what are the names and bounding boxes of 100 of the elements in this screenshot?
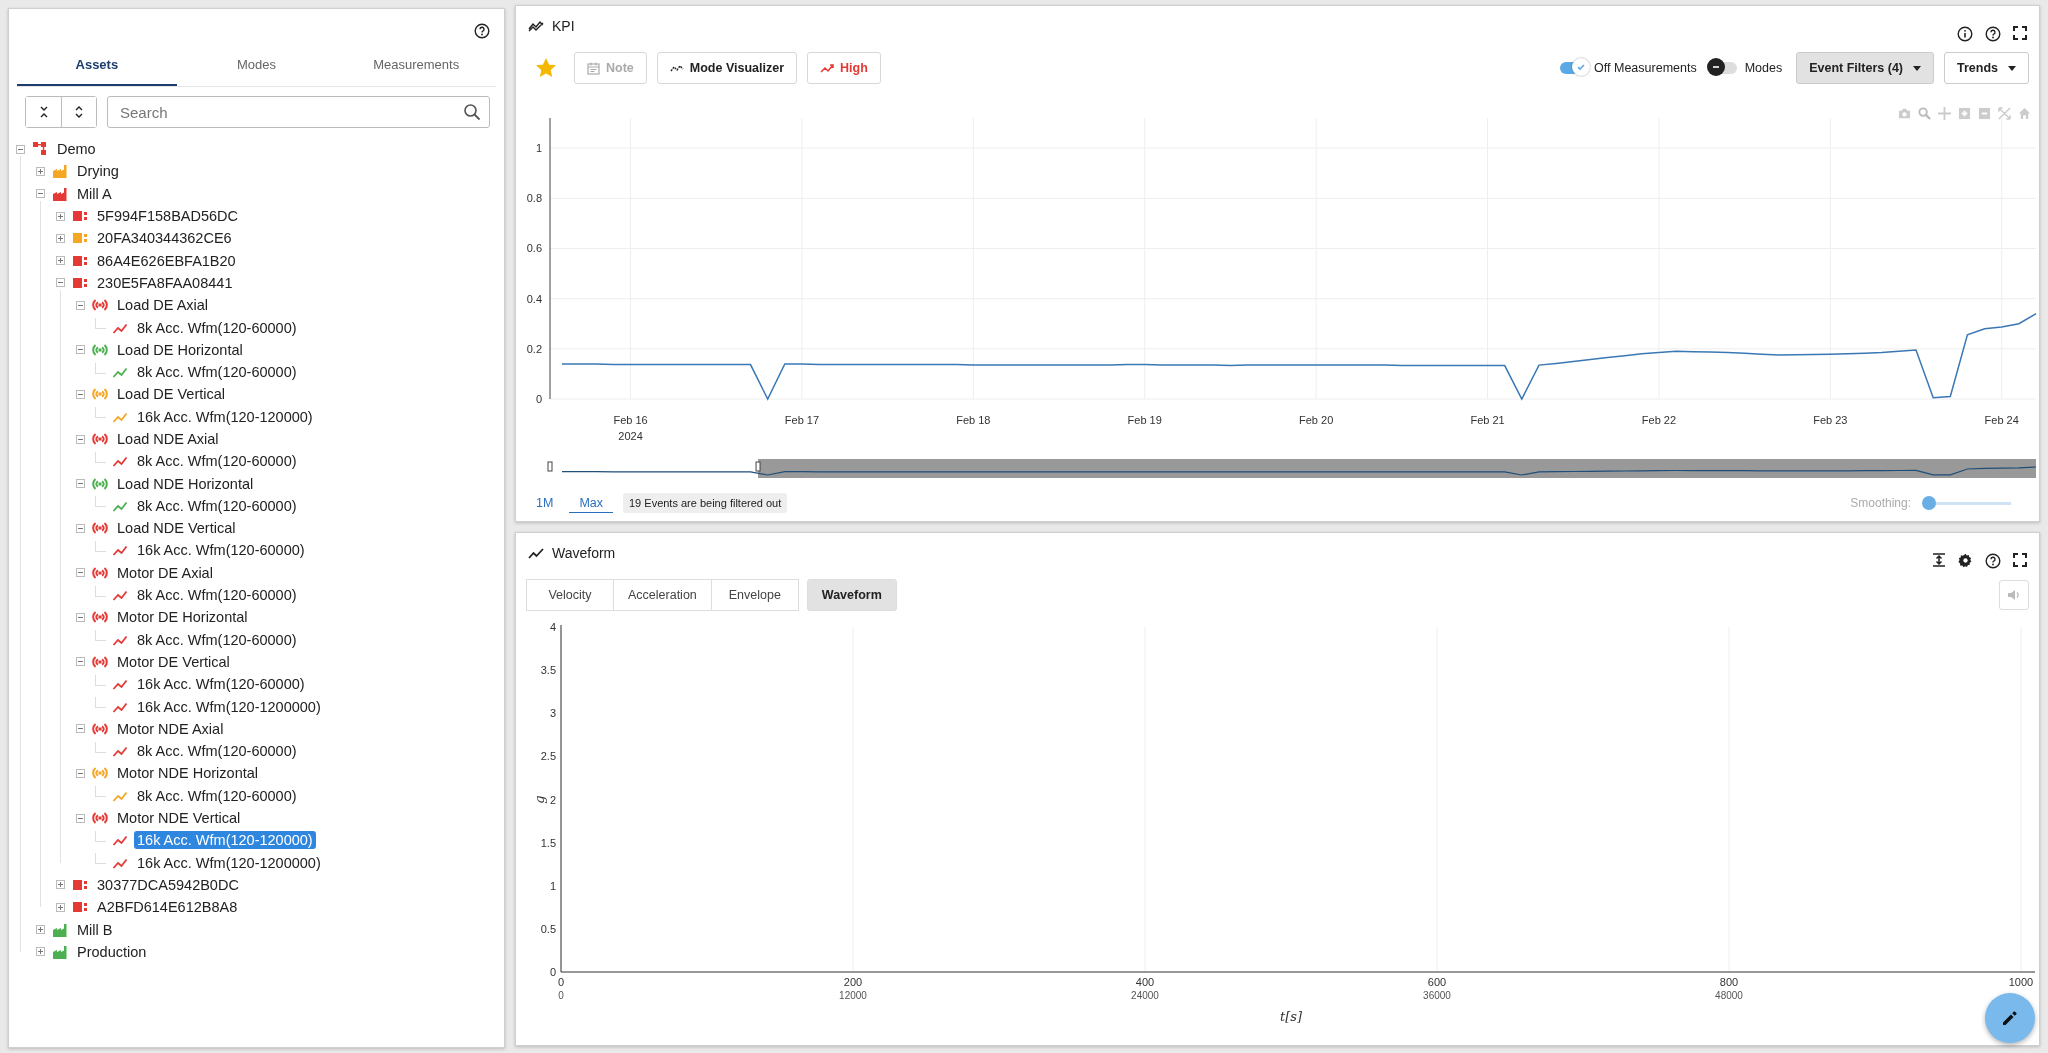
tree-item[interactable]: 8k Acc. Wfm(120-60000) xyxy=(134,363,300,382)
collapse-toggle[interactable] xyxy=(75,812,86,824)
settings-icon[interactable] xyxy=(1958,553,1973,568)
tree-item[interactable]: Load NDE Horizontal xyxy=(114,474,257,493)
info-icon[interactable] xyxy=(1957,26,1973,42)
caret-icon xyxy=(2008,65,2016,71)
help-icon[interactable] xyxy=(1985,553,2001,569)
range-navigator[interactable] xyxy=(547,459,2037,478)
tree-item[interactable]: 30377DCA5942B0DC xyxy=(94,875,242,894)
collapse-toggle[interactable] xyxy=(75,723,86,735)
dropdown-button[interactable]: Trends xyxy=(1944,52,2029,84)
collapse-toggle[interactable] xyxy=(75,433,86,445)
expand-icon xyxy=(74,106,84,118)
minus-icon xyxy=(76,479,85,489)
dropdown-button[interactable]: Event Filters (4) xyxy=(1796,52,1934,84)
range-button[interactable]: 1M xyxy=(530,493,560,513)
tree-item[interactable]: Motor NDE Horizontal xyxy=(114,764,261,783)
collapse-toggle[interactable] xyxy=(75,344,86,356)
tree-item[interactable]: 86A4E626EBFA1B20 xyxy=(94,251,239,270)
tree-item[interactable]: Load NDE Vertical xyxy=(114,519,239,538)
expand-toggle[interactable] xyxy=(55,901,66,913)
collapse-toggle[interactable] xyxy=(35,188,46,200)
tree-item[interactable]: 20FA340344362CE6 xyxy=(94,229,235,248)
tree-item[interactable]: 8k Acc. Wfm(120-60000) xyxy=(134,452,300,471)
tab[interactable]: Assets xyxy=(17,47,177,86)
tree-item[interactable]: 8k Acc. Wfm(120-60000) xyxy=(134,786,300,805)
minus-icon xyxy=(76,813,85,823)
tree-item[interactable]: 16k Acc. Wfm(120-120000) xyxy=(134,407,316,426)
panel-title: KPI xyxy=(552,18,575,34)
collapse-toggle[interactable] xyxy=(75,611,86,623)
collapse-toggle[interactable] xyxy=(75,388,86,400)
expand-toggle[interactable] xyxy=(55,210,66,222)
tree-item[interactable]: 16k Acc. Wfm(120-1200000) xyxy=(134,697,324,716)
tree-item[interactable]: 16k Acc. Wfm(120-1200000) xyxy=(134,853,324,872)
expand-toggle[interactable] xyxy=(35,924,46,936)
edit-button[interactable] xyxy=(1985,993,2035,1043)
tab[interactable]: Modes xyxy=(176,47,337,86)
expand-all-button[interactable] xyxy=(61,97,96,127)
help-icon[interactable] xyxy=(1985,26,2001,42)
tree-item[interactable]: 230E5FA8FAA08441 xyxy=(94,273,236,292)
axis-label: 1.5 xyxy=(540,836,556,849)
tree-item[interactable]: 8k Acc. Wfm(120-60000) xyxy=(134,586,300,605)
tree-item[interactable]: Load DE Vertical xyxy=(114,385,228,404)
tree-item[interactable]: 16k Acc. Wfm(120-60000) xyxy=(134,541,308,560)
tree-item[interactable]: Mill B xyxy=(74,920,116,939)
expand-toggle[interactable] xyxy=(55,232,66,244)
tree-item[interactable]: 16k Acc. Wfm(120-120000) xyxy=(134,831,316,850)
mode-visualizer-button[interactable]: Mode Visualizer xyxy=(656,52,798,84)
tree-item[interactable]: 8k Acc. Wfm(120-60000) xyxy=(134,630,300,649)
axis-label: 0 xyxy=(558,990,564,1001)
expand-toggle[interactable] xyxy=(55,255,66,267)
tree-item[interactable]: Production xyxy=(74,942,150,961)
expand-toggle[interactable] xyxy=(55,879,66,891)
collapse-toggle[interactable] xyxy=(15,143,26,155)
tree-item[interactable]: Load NDE Axial xyxy=(114,430,222,448)
tab[interactable]: Envelope xyxy=(710,579,799,611)
tree-item[interactable]: Motor NDE Axial xyxy=(114,719,227,738)
tree-item[interactable]: Mill A xyxy=(74,184,115,203)
level-button[interactable]: High xyxy=(807,52,881,84)
fullscreen-icon[interactable] xyxy=(2013,553,2027,567)
star-icon[interactable] xyxy=(536,58,556,78)
tree-item[interactable]: A2BFD614E612B8A8 xyxy=(94,898,241,917)
collapse-toggle[interactable] xyxy=(75,522,86,534)
collapse-toggle[interactable] xyxy=(75,767,86,779)
search-field[interactable]: Search xyxy=(107,96,490,128)
tree-item[interactable]: 8k Acc. Wfm(120-60000) xyxy=(134,496,300,515)
collapse-toggle[interactable] xyxy=(75,656,86,668)
check-icon xyxy=(1576,62,1587,72)
tree-item[interactable]: Motor DE Axial xyxy=(114,563,216,582)
help-icon[interactable] xyxy=(474,23,490,39)
collapse-toggle[interactable] xyxy=(75,567,86,579)
tree-item[interactable]: 8k Acc. Wfm(120-60000) xyxy=(134,742,300,761)
fullscreen-icon[interactable] xyxy=(2013,26,2027,40)
tree-item[interactable]: Load DE Axial xyxy=(114,296,212,315)
tab[interactable]: Velocity xyxy=(526,579,614,611)
tree-item[interactable]: 8k Acc. Wfm(120-60000) xyxy=(134,318,300,337)
tree-item[interactable]: Demo xyxy=(54,140,99,159)
fit-height-icon[interactable] xyxy=(1932,553,1946,567)
collapse-toggle[interactable] xyxy=(75,478,86,490)
axis-label: 2 xyxy=(549,793,556,806)
expand-toggle[interactable] xyxy=(35,165,46,177)
axis-label: Feb 23 xyxy=(1813,414,1848,426)
tab[interactable]: Waveform xyxy=(806,579,897,611)
tab[interactable]: Measurements xyxy=(336,47,496,86)
collapse-toggle[interactable] xyxy=(75,299,86,311)
tab[interactable]: Acceleration xyxy=(613,579,712,611)
axis-label: Feb 24 xyxy=(1984,414,2019,426)
tree-item[interactable]: Drying xyxy=(74,162,122,181)
panel-title: Waveform xyxy=(552,545,616,561)
tree-item[interactable]: Motor DE Vertical xyxy=(114,652,233,671)
tree-item[interactable]: Motor DE Horizontal xyxy=(114,608,251,627)
collapse-toggle[interactable] xyxy=(55,277,66,289)
axis-label: 4 xyxy=(549,621,556,633)
tree-item[interactable]: Motor NDE Vertical xyxy=(114,809,244,828)
range-button[interactable]: Max xyxy=(569,493,613,513)
tree-item[interactable]: Load DE Horizontal xyxy=(114,340,246,359)
toggle-label: Modes xyxy=(1744,61,1783,75)
tree-item[interactable]: 16k Acc. Wfm(120-60000) xyxy=(134,675,308,694)
tree-item[interactable]: 5F994F158BAD56DC xyxy=(94,207,242,226)
expand-toggle[interactable] xyxy=(35,946,46,958)
